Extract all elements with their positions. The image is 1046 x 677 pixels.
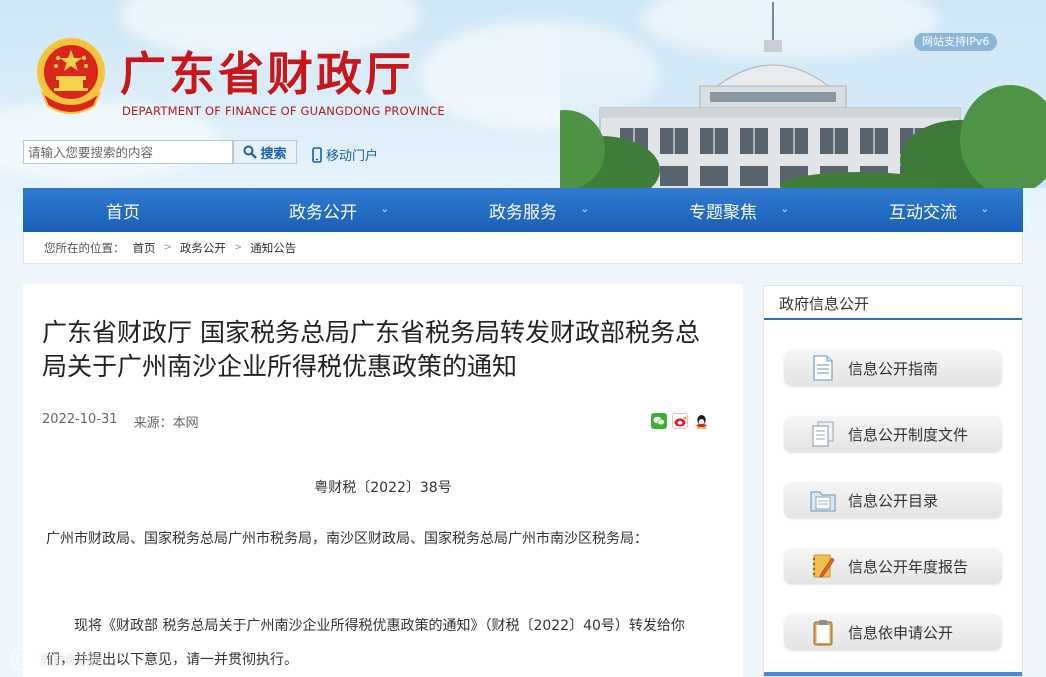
article-recipients: 广州市财政局、国家税务总局广州市税务局，南沙区财政局、国家税务总局广州市南沙区税… bbox=[46, 531, 648, 547]
sidebar-item-label: 信息依申请公开 bbox=[848, 623, 954, 642]
sidebar-item-label: 信息公开制度文件 bbox=[848, 425, 969, 444]
breadcrumb-link-home[interactable]: 首页 bbox=[133, 240, 156, 256]
qq-share-icon[interactable] bbox=[693, 413, 709, 429]
building-illustration bbox=[560, 0, 1046, 188]
mobile-portal-link[interactable]: 移动门户 bbox=[312, 145, 378, 164]
weibo-share-icon[interactable] bbox=[672, 413, 688, 429]
nav-item-label: 首页 bbox=[106, 202, 140, 223]
document-number: 粤财税〔2022〕38号 bbox=[314, 480, 452, 496]
site-header: 广东省财政厅 DEPARTMENT OF FINANCE OF GUANGDON… bbox=[0, 0, 1046, 188]
nav-item-home[interactable]: 首页 bbox=[23, 188, 223, 232]
nav-item-label: 互动交流 bbox=[889, 202, 957, 223]
article-title: 广东省财政厅 国家税务总局广东省税务局转发财政部税务总局关于广州南沙企业所得税优… bbox=[42, 318, 700, 381]
sidebar-item-apply-disclosure[interactable]: 信息依申请公开 bbox=[784, 614, 1002, 650]
search-button-label: 搜索 bbox=[260, 146, 287, 162]
folder-icon bbox=[810, 486, 836, 514]
sidebar-item-disclosure-guide[interactable]: 信息公开指南 bbox=[784, 350, 1002, 386]
clipboard-icon bbox=[810, 618, 836, 646]
nav-item-label: 专题聚焦 bbox=[689, 202, 757, 223]
breadcrumb-link-notices[interactable]: 通知公告 bbox=[250, 240, 296, 256]
mobile-portal-label: 移动门户 bbox=[326, 149, 379, 164]
article-meta: 2022-10-31 来源：本网 bbox=[42, 412, 199, 431]
nav-item-label: 政务服务 bbox=[489, 202, 557, 223]
nav-item-label: 政务公开 bbox=[289, 202, 357, 223]
gov-info-sidebar: 政府信息公开 信息公开指南 信息公开制度文件 信息公开目录 信息公开年度报告 信… bbox=[763, 285, 1023, 677]
document-icon bbox=[810, 354, 836, 382]
search-input[interactable] bbox=[24, 141, 232, 163]
breadcrumb-prefix: 您所在的位置： bbox=[44, 240, 125, 255]
national-emblem-logo bbox=[37, 38, 105, 114]
chevron-down-icon: ⌄ bbox=[380, 204, 389, 215]
sidebar-item-disclosure-rules[interactable]: 信息公开制度文件 bbox=[784, 416, 1002, 452]
breadcrumb-separator-icon: > bbox=[233, 242, 243, 253]
ipv6-badge: 网站支持IPv6 bbox=[914, 33, 998, 51]
breadcrumb-separator-icon: > bbox=[163, 242, 172, 253]
watermark-text: 百度浏览器 bbox=[40, 652, 101, 667]
browser-watermark: 百度浏览器 bbox=[8, 645, 100, 673]
nav-item-interaction[interactable]: 互动交流 ⌄ bbox=[823, 188, 1023, 232]
search-button[interactable]: 搜索 bbox=[233, 140, 297, 164]
wechat-share-icon[interactable] bbox=[651, 413, 667, 429]
article-date: 2022-10-31 bbox=[42, 412, 118, 427]
nav-item-special-topics[interactable]: 专题聚焦 ⌄ bbox=[623, 188, 823, 232]
search-icon bbox=[243, 145, 258, 159]
main-nav: 首页 政务公开 ⌄ 政务服务 ⌄ 专题聚焦 ⌄ 互动交流 ⌄ bbox=[23, 188, 1023, 232]
sidebar-title: 政府信息公开 bbox=[764, 286, 1022, 320]
sidebar-item-label: 信息公开目录 bbox=[848, 491, 939, 510]
mobile-phone-icon bbox=[312, 146, 322, 163]
nav-item-government-services[interactable]: 政务服务 ⌄ bbox=[423, 188, 623, 232]
article-body-paragraph: 现将《财政部 税务总局关于广州南沙企业所得税优惠政策的通知》（财税〔2022〕4… bbox=[46, 618, 685, 668]
search-box bbox=[23, 140, 233, 164]
sidebar-item-label: 信息公开指南 bbox=[848, 359, 939, 378]
breadcrumb-link-government-affairs[interactable]: 政务公开 bbox=[180, 240, 226, 256]
article-panel: 广东省财政厅 国家税务总局广东省税务局转发财政部税务总局关于广州南沙企业所得税优… bbox=[23, 284, 743, 677]
chevron-down-icon: ⌄ bbox=[780, 204, 789, 215]
files-icon bbox=[810, 420, 836, 448]
notebook-pencil-icon bbox=[810, 552, 836, 580]
sidebar-bottom-bar bbox=[764, 672, 1022, 676]
chevron-down-icon: ⌄ bbox=[580, 204, 589, 215]
sidebar-item-annual-report[interactable]: 信息公开年度报告 bbox=[784, 548, 1002, 584]
share-bar bbox=[651, 413, 709, 429]
site-subtitle: DEPARTMENT OF FINANCE OF GUANGDONG PROVI… bbox=[122, 104, 445, 118]
sidebar-item-disclosure-catalog[interactable]: 信息公开目录 bbox=[784, 482, 1002, 518]
browser-logo-icon bbox=[9, 646, 35, 672]
chevron-down-icon: ⌄ bbox=[980, 204, 989, 215]
sidebar-item-label: 信息公开年度报告 bbox=[848, 557, 969, 576]
article-source: 来源：本网 bbox=[133, 416, 199, 431]
nav-item-government-affairs[interactable]: 政务公开 ⌄ bbox=[223, 188, 423, 232]
breadcrumb: 您所在的位置： 首页 > 政务公开 > 通知公告 bbox=[23, 232, 1023, 264]
site-title: 广东省财政厅 bbox=[120, 47, 414, 101]
